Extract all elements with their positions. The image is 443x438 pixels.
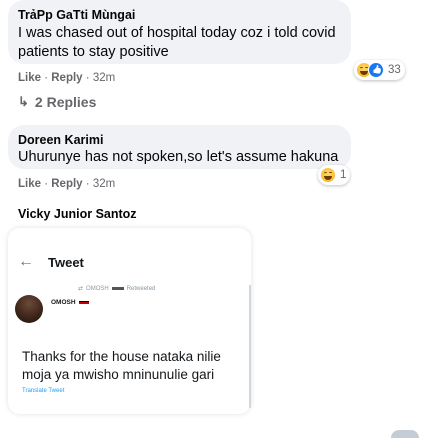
- tweet-handle: OMOSH: [51, 299, 89, 306]
- reply-link[interactable]: Reply: [51, 178, 82, 190]
- comment-text: Uhurunye has not spoken,so let's assume …: [18, 149, 339, 165]
- flag-emoji-icon: [78, 301, 89, 304]
- reaction-count: 33: [388, 64, 401, 76]
- reply-thread-line: [249, 285, 251, 408]
- view-replies-link[interactable]: ↳ 2 Replies: [18, 94, 96, 110]
- reaction-summary-partial: [391, 430, 419, 438]
- haha-reaction-icon: [320, 167, 336, 183]
- comment-time[interactable]: 32m: [93, 178, 115, 190]
- tweet-handle-name: OMOSH: [51, 299, 76, 306]
- tweet-header-title: Tweet: [48, 254, 84, 270]
- comment-actions: Like · Reply · 32m: [18, 72, 116, 84]
- like-link[interactable]: Like: [18, 72, 41, 84]
- comment-text: I was chased out of hospital today coz i…: [18, 25, 336, 60]
- tweet-header: ← Tweet: [8, 228, 251, 271]
- retweeted-by: OMOSH: [86, 285, 109, 292]
- comment-bubble: Doreen Karimi Uhurunye has not spoken,so…: [8, 125, 351, 169]
- reply-arrow-icon: ↳: [18, 94, 29, 109]
- tweet-screenshot-image[interactable]: ← Tweet ⇄ OMOSH Retweeted OMOSH Thanks f…: [8, 228, 251, 414]
- like-link[interactable]: Like: [18, 178, 41, 190]
- retweeted-label: Retweeted: [126, 285, 156, 292]
- reaction-count: 1: [340, 169, 347, 181]
- tweet-text: Thanks for the house nataka nilie moja y…: [22, 349, 221, 382]
- back-arrow-icon: ←: [18, 253, 34, 270]
- translate-tweet-link: Translate Tweet: [22, 388, 65, 394]
- comment-bubble: TrảPp GaTti Mùngai I was chased out of h…: [8, 0, 351, 64]
- comment-time[interactable]: 32m: [93, 72, 115, 84]
- retweet-banner: ⇄ OMOSH Retweeted: [78, 285, 156, 293]
- reaction-summary[interactable]: 33: [354, 60, 405, 80]
- avatar: [15, 295, 43, 323]
- comment-author[interactable]: Doreen Karimi: [18, 133, 103, 147]
- reaction-summary[interactable]: 1: [318, 165, 351, 185]
- like-reaction-icon: [368, 62, 384, 78]
- comment-author[interactable]: Vicky Junior Santoz: [18, 207, 137, 221]
- retweet-icon: ⇄: [78, 286, 84, 292]
- comment-author[interactable]: TrảPp GaTti Mùngai: [18, 8, 135, 22]
- reply-link[interactable]: Reply: [51, 72, 82, 84]
- flag-emoji-icon: [111, 287, 124, 290]
- comment-actions: Like · Reply · 32m: [18, 178, 116, 190]
- replies-count: 2 Replies: [34, 94, 97, 110]
